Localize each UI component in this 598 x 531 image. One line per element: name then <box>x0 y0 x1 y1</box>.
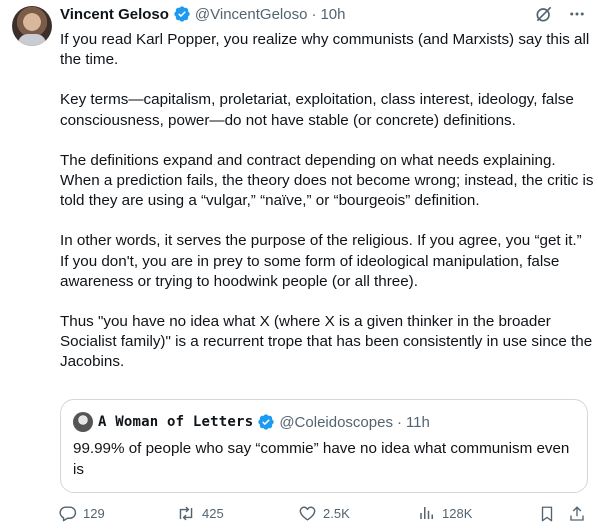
views-count: 128K <box>442 505 473 521</box>
reply-icon <box>59 506 77 522</box>
share-icon <box>570 506 584 521</box>
like-icon <box>299 506 316 521</box>
post-paragraph: Key terms—capitalism, proletariat, explo… <box>60 91 574 129</box>
quoted-author-avatar <box>73 412 93 432</box>
separator: · <box>311 5 317 23</box>
grok-icon[interactable] <box>534 4 554 24</box>
quoted-author-name: A Woman of Letters <box>98 414 254 430</box>
quoted-post-text: 99.99% of people who say “commie” have n… <box>73 440 570 478</box>
reply-count: 129 <box>83 506 105 521</box>
post-time[interactable]: 10h <box>320 6 345 23</box>
repost-button[interactable]: 425 <box>176 504 224 523</box>
post-paragraph: Thus "you have no idea what X (where X i… <box>60 313 593 371</box>
author-avatar[interactable] <box>12 6 52 46</box>
author-name[interactable]: Vincent Geloso <box>60 6 169 23</box>
verified-badge-icon <box>174 6 190 22</box>
share-button[interactable] <box>568 504 586 524</box>
action-bar: 129 425 2.5K 128K <box>58 504 588 526</box>
reply-button[interactable]: 129 <box>58 504 105 523</box>
quoted-author-handle: @Coleidoscopes <box>279 413 393 431</box>
views-icon <box>420 507 433 519</box>
like-count: 2.5K <box>323 506 350 521</box>
post-text: If you read Karl Popper, you realize why… <box>60 30 594 393</box>
verified-badge-icon <box>258 414 275 430</box>
like-button[interactable]: 2.5K <box>298 504 350 523</box>
quoted-post-time: 11h <box>405 413 430 431</box>
post-header: Vincent Geloso @VincentGeloso · 10h <box>60 4 586 24</box>
post-paragraph: If you read Karl Popper, you realize why… <box>60 31 590 69</box>
quoted-post-header: A Woman of Letters @Coleidoscopes · 11h <box>73 412 430 432</box>
views-button[interactable]: 128K <box>418 504 472 522</box>
repost-icon <box>179 506 193 521</box>
post-paragraph: In other words, it serves the purpose of… <box>60 232 582 290</box>
bookmark-button[interactable] <box>538 504 556 524</box>
quoted-post[interactable]: A Woman of Letters @Coleidoscopes · 11h … <box>60 399 588 493</box>
more-icon[interactable] <box>568 5 586 23</box>
repost-count: 425 <box>202 506 224 521</box>
post-paragraph: The definitions expand and contract depe… <box>60 151 594 210</box>
author-handle[interactable]: @VincentGeloso <box>195 6 308 23</box>
bookmark-icon <box>541 506 553 522</box>
separator: · <box>396 413 402 431</box>
